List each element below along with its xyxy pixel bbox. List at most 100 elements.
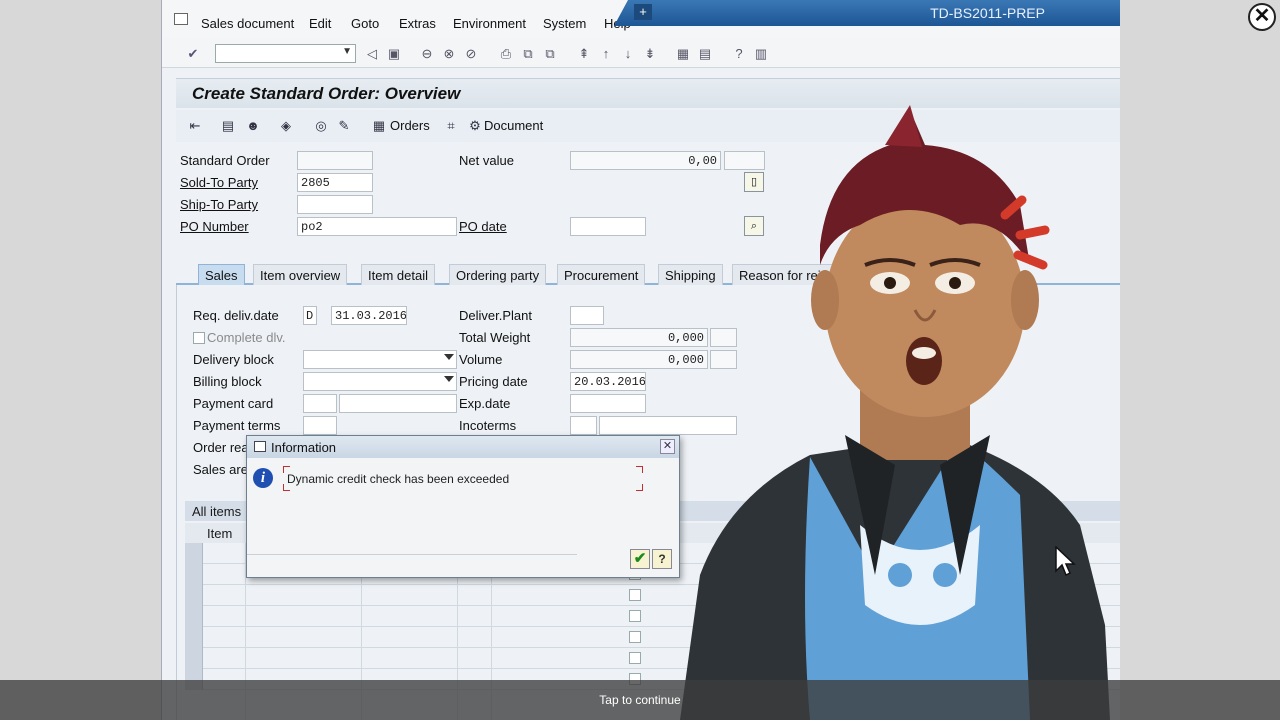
title-bar: + TD-BS2011-PREP xyxy=(614,0,1120,26)
menu-sales-document[interactable]: Sales document xyxy=(201,16,294,31)
sold-to-party-label[interactable]: Sold-To Party xyxy=(180,175,258,190)
row-selector[interactable] xyxy=(185,543,203,564)
pricing-date-label: Pricing date xyxy=(459,374,528,389)
row-selector[interactable] xyxy=(185,585,203,606)
deliver-plant-label: Deliver.Plant xyxy=(459,308,532,323)
ordering-party-icon[interactable]: ☻ xyxy=(244,118,262,134)
screen: Sales document Edit Goto Extras Environm… xyxy=(0,0,1280,720)
ship-to-party-field[interactable] xyxy=(297,195,373,214)
complete-dlv-label: Complete dlv. xyxy=(207,330,286,345)
copy-icon[interactable]: ✎ xyxy=(335,118,353,134)
row-checkbox[interactable] xyxy=(629,589,641,601)
cancel-icon[interactable]: ⊘ xyxy=(463,46,479,61)
close-icon[interactable]: ✕ xyxy=(1248,3,1276,31)
back-arrow-icon[interactable]: ◁ xyxy=(364,46,380,61)
next-page-icon[interactable]: ↓ xyxy=(620,46,636,61)
help-icon[interactable]: ? xyxy=(731,46,747,61)
document-flow-icon[interactable]: ⚙ xyxy=(466,118,484,134)
delivery-block-label: Delivery block xyxy=(193,352,274,367)
po-number-label[interactable]: PO Number xyxy=(180,219,249,234)
row-checkbox[interactable] xyxy=(629,610,641,622)
previous-page-icon[interactable]: ↑ xyxy=(598,46,614,61)
period-field[interactable]: D xyxy=(303,306,317,325)
back-icon[interactable]: ⊖ xyxy=(419,46,435,61)
selection-corner-icon xyxy=(636,484,643,491)
delivery-block-select[interactable] xyxy=(303,350,457,369)
continue-checkmark-button[interactable]: ✔ xyxy=(630,549,650,569)
first-page-icon[interactable]: ⇞ xyxy=(576,46,592,61)
customize-layout-icon[interactable]: + xyxy=(634,4,652,20)
standard-order-field[interactable] xyxy=(297,151,373,170)
document-button[interactable]: Document xyxy=(484,118,543,133)
last-page-icon[interactable]: ⇟ xyxy=(642,46,658,61)
standard-toolbar: ✔ ▼ ◁ ▣ ⊖ ⊗ ⊘ ⎙ ⧉ ⧉ ⇞ ↑ ↓ ⇟ ▦ ▤ ? ▥ xyxy=(162,38,1120,68)
menu-goto[interactable]: Goto xyxy=(351,16,379,31)
orders-icon[interactable]: ▦ xyxy=(370,118,388,134)
mouse-cursor-icon xyxy=(1055,546,1076,577)
print-icon[interactable]: ⎙ xyxy=(498,46,514,61)
shortcut-icon[interactable]: ▤ xyxy=(697,46,713,61)
tab-ordering-party[interactable]: Ordering party xyxy=(449,264,547,285)
dialog-divider xyxy=(247,554,577,555)
continue-text[interactable]: Tap to continue xyxy=(0,693,1280,707)
po-date-field[interactable] xyxy=(570,217,646,236)
item-details-icon[interactable]: ▤ xyxy=(219,118,237,134)
row-selector[interactable] xyxy=(185,648,203,669)
standard-order-label: Standard Order xyxy=(180,153,270,168)
item-column-header[interactable]: Item xyxy=(207,526,232,541)
po-number-field[interactable]: po2 xyxy=(297,217,457,236)
menu-edit[interactable]: Edit xyxy=(309,16,331,31)
dialog-title: Information xyxy=(271,440,337,455)
menu-environment[interactable]: Environment xyxy=(453,16,526,31)
continue-overlay-bar[interactable]: Tap to continue xyxy=(0,680,1280,720)
layout-menu-icon[interactable]: ▥ xyxy=(753,46,769,61)
row-checkbox[interactable] xyxy=(629,631,641,643)
sales-document-icon[interactable]: ◈ xyxy=(277,118,295,134)
incoterms-label: Incoterms xyxy=(459,418,517,433)
ship-to-party-label[interactable]: Ship-To Party xyxy=(180,197,258,212)
find-icon[interactable]: ⧉ xyxy=(520,46,536,61)
menu-system-icon[interactable] xyxy=(174,13,188,25)
row-selector[interactable] xyxy=(185,606,203,627)
tab-item-overview[interactable]: Item overview xyxy=(253,264,348,285)
billing-block-label: Billing block xyxy=(193,374,262,389)
total-weight-label: Total Weight xyxy=(459,330,531,345)
exp-date-field[interactable] xyxy=(570,394,646,413)
sold-to-party-field[interactable]: 2805 xyxy=(297,173,373,192)
enter-icon[interactable]: ✔ xyxy=(185,46,201,61)
tab-sales[interactable]: Sales xyxy=(198,264,245,285)
save-icon[interactable]: ▣ xyxy=(386,46,402,61)
complete-dlv-checkbox[interactable] xyxy=(193,332,205,344)
menu-extras[interactable]: Extras xyxy=(399,16,436,31)
selection-corner-icon xyxy=(636,466,643,473)
payment-card-field[interactable] xyxy=(339,394,457,413)
menu-system[interactable]: System xyxy=(543,16,586,31)
pricing-date-field[interactable]: 20.03.2016 xyxy=(570,372,646,391)
incoterms-field[interactable] xyxy=(570,416,597,435)
create-session-icon[interactable]: ▦ xyxy=(675,46,691,61)
tab-procurement[interactable]: Procurement xyxy=(557,264,646,285)
deliver-plant-field[interactable] xyxy=(570,306,604,325)
character-illustration xyxy=(680,105,1110,720)
display-doc-header-icon[interactable]: ⇤ xyxy=(186,118,204,134)
net-value-label: Net value xyxy=(459,153,514,168)
payment-card-type-field[interactable] xyxy=(303,394,337,413)
row-selector[interactable] xyxy=(185,627,203,648)
payment-terms-field[interactable] xyxy=(303,416,337,435)
exit-icon[interactable]: ⊗ xyxy=(441,46,457,61)
orders-button[interactable]: Orders xyxy=(390,118,430,133)
command-dropdown-icon[interactable]: ▼ xyxy=(342,46,352,57)
billing-block-select[interactable] xyxy=(303,372,457,391)
screen-header: Create Standard Order: Overview xyxy=(176,78,1120,108)
po-date-label[interactable]: PO date xyxy=(459,219,507,234)
row-selector[interactable] xyxy=(185,564,203,585)
binoculars-icon[interactable]: ⌗ xyxy=(442,118,460,134)
dialog-window-icon xyxy=(254,441,266,452)
row-checkbox[interactable] xyxy=(629,652,641,664)
command-field[interactable]: ▼ xyxy=(215,44,356,63)
schedule-lines-icon[interactable]: ◎ xyxy=(312,118,330,134)
info-icon: i xyxy=(253,468,273,488)
tab-item-detail[interactable]: Item detail xyxy=(361,264,435,285)
req-deliv-date-field[interactable]: 31.03.2016 xyxy=(331,306,407,325)
find-next-icon[interactable]: ⧉ xyxy=(542,46,558,61)
